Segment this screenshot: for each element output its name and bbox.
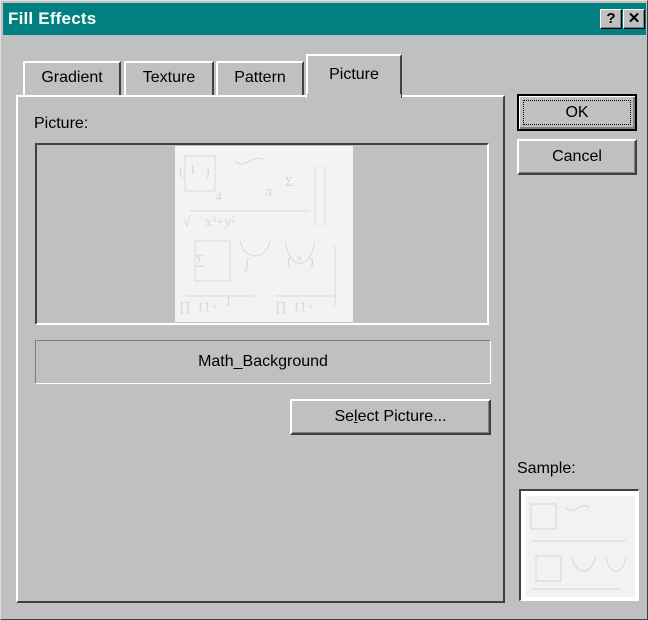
svg-text:(: ( — [179, 165, 184, 180]
tab-gradient[interactable]: Gradient — [23, 61, 121, 95]
select-picture-button[interactable]: Select Picture... — [290, 399, 491, 435]
picture-label: Picture: — [34, 115, 89, 132]
svg-text:(1+: (1+ — [295, 300, 315, 315]
picture-preview-image: (1) 4πΣ √ x²+y² ∑ ∫(ⁿ) ∏ (1+ 1 ∏ (1+ — [175, 146, 353, 322]
tab-texture[interactable]: Texture — [124, 61, 214, 95]
sample-preview-frame — [519, 489, 639, 601]
svg-text:1: 1 — [225, 295, 232, 310]
svg-text:(1+: (1+ — [199, 300, 219, 315]
svg-text:Σ: Σ — [285, 175, 293, 190]
help-icon[interactable]: ? — [600, 9, 622, 29]
select-picture-label-suffix: ect Picture... — [357, 408, 447, 425]
window-title: Fill Effects — [8, 9, 97, 28]
tab-panel-gap — [307, 94, 401, 98]
svg-text:√: √ — [183, 215, 191, 230]
cancel-button[interactable]: Cancel — [517, 139, 637, 175]
ok-button-label: OK — [523, 100, 631, 125]
ok-button[interactable]: OK — [517, 94, 637, 131]
svg-text:ⁿ: ⁿ — [297, 253, 302, 268]
svg-text:1: 1 — [189, 163, 196, 178]
svg-text:): ) — [309, 255, 314, 270]
svg-text:∏: ∏ — [179, 300, 191, 315]
sample-label: Sample: — [517, 460, 576, 477]
title-bar: Fill Effects ? ✕ — [3, 3, 646, 35]
svg-text:π: π — [265, 185, 272, 200]
sample-preview-image — [526, 496, 635, 597]
svg-text:x²+y²: x²+y² — [205, 215, 235, 230]
select-picture-label-prefix: Se — [334, 408, 355, 425]
fill-effects-dialog: Fill Effects ? ✕ Gradient Texture Patter… — [0, 0, 648, 620]
svg-text:∏: ∏ — [275, 300, 287, 315]
svg-text:∑: ∑ — [195, 253, 205, 268]
picture-name-field: Math_Background — [35, 340, 491, 384]
tab-pattern[interactable]: Pattern — [216, 61, 304, 95]
close-icon[interactable]: ✕ — [623, 9, 645, 29]
svg-text:): ) — [205, 165, 210, 180]
svg-text:(: ( — [287, 255, 292, 270]
tab-picture[interactable]: Picture — [306, 54, 402, 98]
svg-text:4: 4 — [215, 190, 222, 205]
